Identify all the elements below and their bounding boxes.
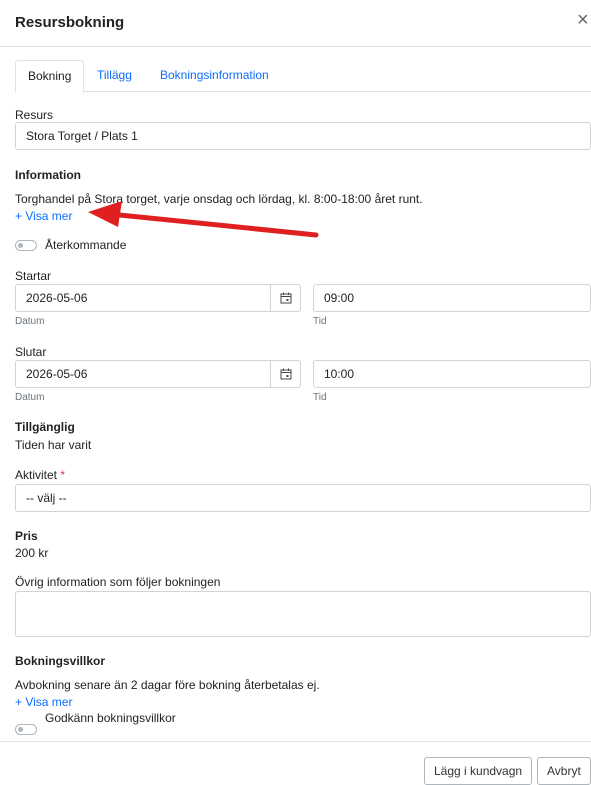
accept-terms-label: Godkänn bokningsvillkor bbox=[45, 711, 176, 725]
end-label: Slutar bbox=[15, 345, 47, 359]
availability-text: Tiden har varit bbox=[15, 438, 92, 452]
end-date-value: 2026-05-06 bbox=[26, 367, 88, 381]
calendar-icon[interactable] bbox=[270, 285, 300, 311]
accept-terms-toggle[interactable] bbox=[15, 724, 37, 735]
activity-label-text: Aktivitet bbox=[15, 468, 58, 482]
price-value: 200 kr bbox=[15, 546, 49, 560]
terms-show-more-link[interactable]: + Visa mer bbox=[15, 695, 72, 709]
terms-heading: Bokningsvillkor bbox=[15, 654, 106, 668]
start-date-sublabel: Datum bbox=[15, 316, 45, 327]
end-date-sublabel: Datum bbox=[15, 392, 45, 403]
calendar-icon[interactable] bbox=[270, 361, 300, 387]
resource-field[interactable]: Stora Torget / Plats 1 bbox=[15, 122, 591, 150]
tab-tillagg[interactable]: Tillägg bbox=[97, 60, 132, 92]
start-time-input[interactable]: 09:00 bbox=[313, 284, 591, 312]
terms-text: Avbokning senare än 2 dagar före bokning… bbox=[15, 678, 320, 692]
end-date-input[interactable]: 2026-05-06 bbox=[15, 360, 301, 388]
footer-divider bbox=[0, 741, 591, 742]
price-heading: Pris bbox=[15, 529, 38, 543]
start-date-value: 2026-05-06 bbox=[26, 291, 88, 305]
recurring-label: Återkommande bbox=[45, 238, 127, 252]
start-label: Startar bbox=[15, 269, 52, 283]
other-info-label: Övrig information som följer bokningen bbox=[15, 575, 221, 589]
tab-bokningsinformation[interactable]: Bokningsinformation bbox=[160, 60, 269, 92]
information-heading: Information bbox=[15, 168, 81, 182]
tab-bokning[interactable]: Bokning bbox=[15, 60, 85, 93]
start-time-sublabel: Tid bbox=[313, 316, 327, 327]
header-divider bbox=[0, 46, 591, 47]
activity-label: Aktivitet * bbox=[15, 468, 65, 482]
information-show-more-link[interactable]: + Visa mer bbox=[15, 209, 72, 223]
tab-bar: Bokning Tillägg Bokningsinformation bbox=[15, 60, 591, 93]
other-info-textarea[interactable] bbox=[15, 591, 591, 637]
end-time-input[interactable]: 10:00 bbox=[313, 360, 591, 388]
availability-heading: Tillgänglig bbox=[15, 420, 75, 434]
close-icon[interactable]: × bbox=[577, 10, 589, 30]
activity-select[interactable]: -- välj -- bbox=[15, 484, 591, 512]
end-time-sublabel: Tid bbox=[313, 392, 327, 403]
modal-title: Resursbokning bbox=[15, 14, 125, 31]
recurring-toggle[interactable] bbox=[15, 240, 37, 251]
start-date-input[interactable]: 2026-05-06 bbox=[15, 284, 301, 312]
resource-label: Resurs bbox=[15, 108, 54, 122]
required-marker: * bbox=[60, 468, 66, 482]
